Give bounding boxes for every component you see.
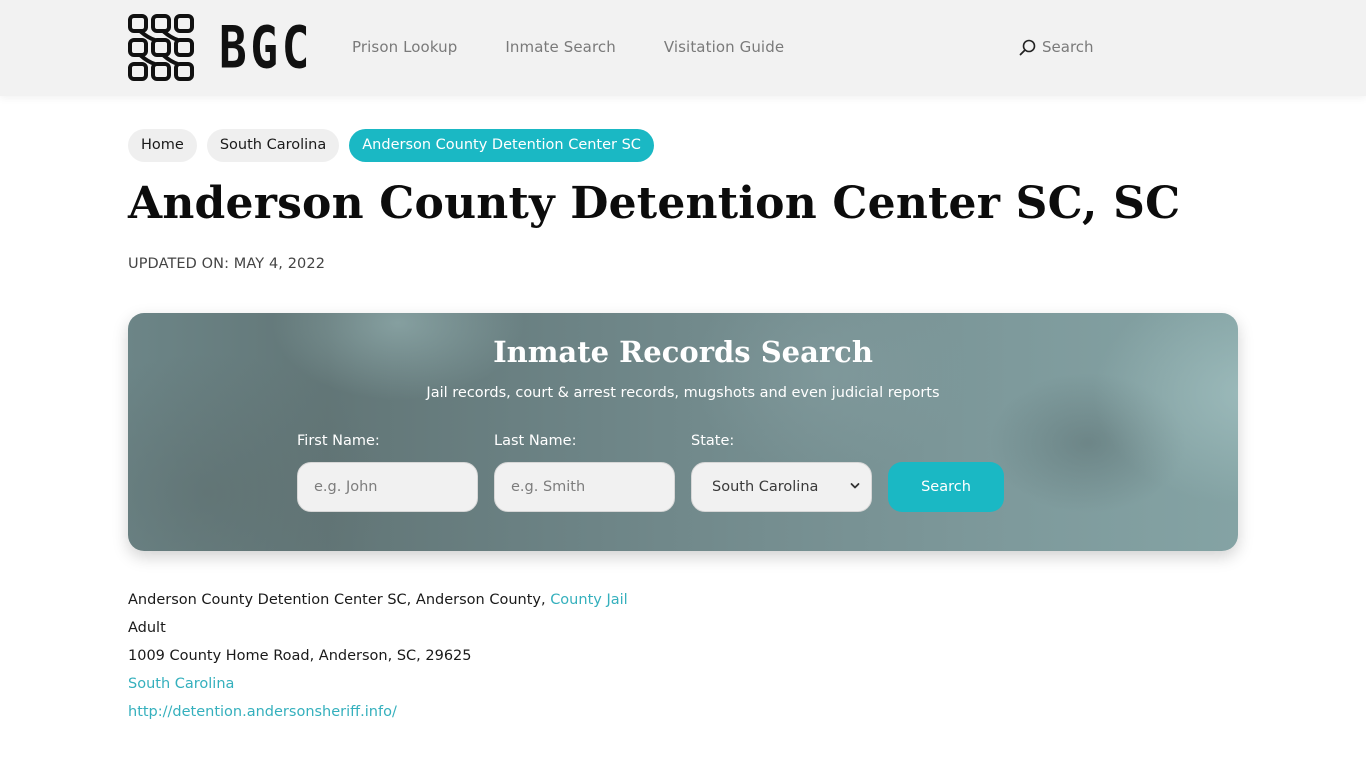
facility-line: Anderson County Detention Center SC, And… bbox=[128, 590, 628, 618]
last-name-label: Last Name: bbox=[494, 433, 577, 449]
site-header: BGC Prison Lookup Inmate Search Visitati… bbox=[0, 0, 1366, 96]
inmate-search-panel: Inmate Records Search Jail records, cour… bbox=[128, 313, 1238, 551]
state-label: State: bbox=[691, 433, 735, 449]
nav-visitation-guide[interactable]: Visitation Guide bbox=[664, 38, 784, 56]
website-line: http://detention.andersonsheriff.info/ bbox=[128, 702, 628, 730]
state-link[interactable]: South Carolina bbox=[128, 676, 234, 692]
breadcrumb: Home South Carolina Anderson County Dete… bbox=[128, 129, 654, 162]
nav-prison-lookup[interactable]: Prison Lookup bbox=[352, 38, 457, 56]
main-nav: Prison Lookup Inmate Search Visitation G… bbox=[352, 38, 784, 56]
logo-text: BGC bbox=[219, 14, 314, 82]
breadcrumb-home[interactable]: Home bbox=[128, 129, 197, 162]
breadcrumb-current[interactable]: Anderson County Detention Center SC bbox=[349, 129, 654, 162]
logo-link[interactable]: BGC bbox=[128, 14, 321, 82]
breadcrumb-state[interactable]: South Carolina bbox=[206, 129, 340, 162]
website-link[interactable]: http://detention.andersonsheriff.info/ bbox=[128, 704, 397, 720]
facility-address: 1009 County Home Road, Anderson, SC, 296… bbox=[128, 648, 472, 664]
last-name-field-group: Last Name: bbox=[494, 433, 675, 512]
facility-type-link[interactable]: County Jail bbox=[550, 592, 627, 608]
nav-inmate-search[interactable]: Inmate Search bbox=[505, 38, 615, 56]
header-search-button[interactable]: Search bbox=[1019, 38, 1094, 56]
first-name-field-group: First Name: bbox=[297, 433, 478, 512]
logo-grid-icon bbox=[128, 14, 194, 81]
search-submit-button[interactable]: Search bbox=[888, 462, 1004, 512]
updated-date: UPDATED ON: MAY 4, 2022 bbox=[128, 256, 326, 272]
state-select-wrapper: South Carolina bbox=[691, 462, 872, 512]
page-title: Anderson County Detention Center SC, SC bbox=[128, 178, 1181, 229]
header-search-label: Search bbox=[1042, 38, 1094, 56]
population-type: Adult bbox=[128, 620, 166, 636]
state-select[interactable]: South Carolina bbox=[691, 462, 872, 512]
last-name-input[interactable] bbox=[494, 462, 675, 512]
panel-subtitle: Jail records, court & arrest records, mu… bbox=[426, 385, 940, 401]
first-name-input[interactable] bbox=[297, 462, 478, 512]
panel-title: Inmate Records Search bbox=[493, 335, 873, 369]
state-line: South Carolina bbox=[128, 674, 628, 702]
facility-name-county: Anderson County Detention Center SC, And… bbox=[128, 592, 551, 608]
facility-details: Anderson County Detention Center SC, And… bbox=[128, 590, 628, 730]
search-icon bbox=[1019, 39, 1036, 55]
first-name-label: First Name: bbox=[297, 433, 380, 449]
state-field-group: State: South Carolina bbox=[691, 433, 872, 512]
